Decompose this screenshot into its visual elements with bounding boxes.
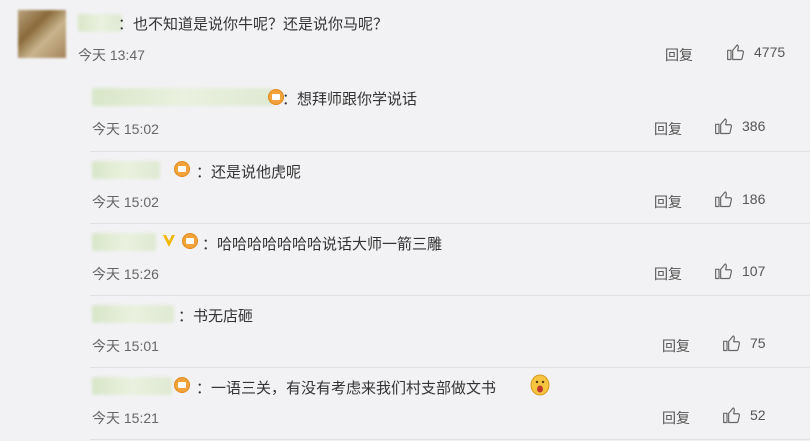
reply-time: 今天 15:01 — [92, 338, 159, 354]
like-icon — [723, 407, 741, 424]
reply-time: 今天 15:26 — [92, 266, 159, 282]
like-button[interactable]: 386 — [714, 116, 765, 136]
like-count: 75 — [750, 335, 766, 351]
like-icon — [727, 44, 745, 61]
avatar[interactable] — [18, 10, 66, 58]
like-button[interactable]: 107 — [714, 261, 765, 281]
comment-time: 今天 13:47 — [78, 47, 145, 63]
divider — [90, 439, 810, 440]
main-comment: ：也不知道是说你牛呢？还是说你马呢？ 今天 13:47 回复 4775 — [0, 0, 810, 80]
reply-list: ：想拜师跟你学说话 今天 15:02 回复 386 ：还是说他虎呢 今天 15:… — [78, 80, 810, 441]
username-blurred[interactable] — [92, 88, 274, 106]
reply-button[interactable]: 回复 — [654, 264, 682, 284]
reply-text: ：哈哈哈哈哈哈哈说话大师一箭三雕 — [202, 236, 443, 253]
username-blurred[interactable] — [92, 233, 156, 251]
comment-text: ：也不知道是说你牛呢？还是说你马呢？ — [118, 16, 389, 33]
vip-icon — [163, 235, 175, 247]
like-count: 386 — [742, 118, 766, 134]
username-blurred[interactable] — [78, 14, 122, 32]
like-button[interactable]: 186 — [714, 189, 765, 209]
like-count: 4775 — [754, 44, 786, 60]
fan-badge-icon — [174, 161, 190, 177]
like-count: 52 — [750, 407, 766, 423]
reply-text: ：想拜师跟你学说话 — [282, 91, 418, 108]
like-count: 107 — [742, 263, 766, 279]
list-item: ：书无店砸 今天 15:01 回复 75 — [78, 296, 810, 368]
like-icon — [723, 335, 741, 352]
reply-button[interactable]: 回复 — [665, 45, 693, 65]
like-icon — [715, 263, 733, 280]
like-button[interactable]: 4775 — [726, 42, 785, 62]
username-blurred[interactable] — [92, 161, 160, 179]
fan-badge-icon — [174, 377, 190, 393]
username-blurred[interactable] — [92, 377, 172, 395]
like-count: 186 — [742, 191, 766, 207]
list-item: ：一语三关，有没有考虑来我们村支部做文书 今天 15:21 回复 52 — [78, 368, 810, 440]
emoji-icon — [530, 374, 550, 396]
reply-button[interactable]: 回复 — [654, 119, 682, 139]
like-button[interactable]: 75 — [722, 333, 766, 353]
list-item: ：还是说他虎呢 今天 15:02 回复 186 — [78, 152, 810, 224]
list-item: ：想拜师跟你学说话 今天 15:02 回复 386 — [78, 80, 810, 152]
reply-text: ：书无店砸 — [178, 308, 254, 325]
fan-badge-icon — [182, 233, 198, 249]
reply-time: 今天 15:02 — [92, 194, 159, 210]
reply-text: ：一语三关，有没有考虑来我们村支部做文书 — [196, 380, 497, 397]
reply-time: 今天 15:02 — [92, 121, 159, 137]
reply-button[interactable]: 回复 — [654, 192, 682, 212]
reply-time: 今天 15:21 — [92, 410, 159, 426]
username-blurred[interactable] — [92, 305, 174, 323]
reply-button[interactable]: 回复 — [662, 408, 690, 428]
reply-button[interactable]: 回复 — [662, 336, 690, 356]
like-icon — [715, 191, 733, 208]
reply-text: ：还是说他虎呢 — [196, 164, 302, 181]
like-button[interactable]: 52 — [722, 405, 766, 425]
list-item: ：哈哈哈哈哈哈哈说话大师一箭三雕 今天 15:26 回复 107 — [78, 224, 810, 296]
like-icon — [715, 118, 733, 135]
